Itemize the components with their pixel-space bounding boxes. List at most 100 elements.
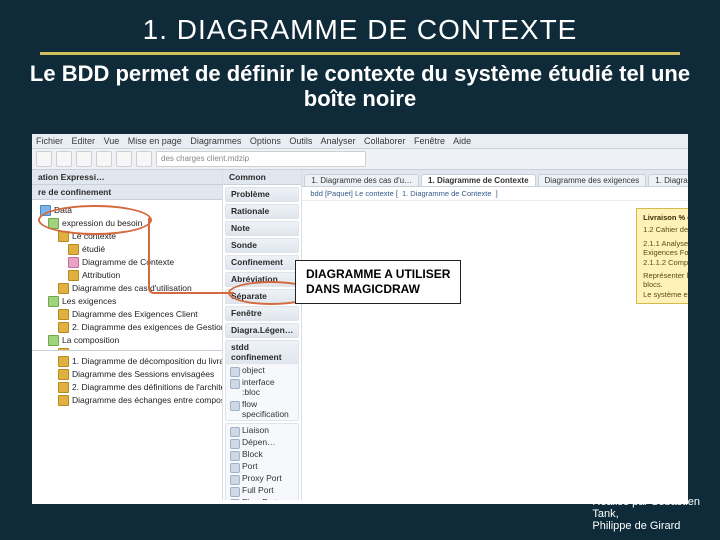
diagram-icon (68, 257, 79, 268)
palette-group[interactable]: Problème (226, 188, 298, 201)
palette-group[interactable]: Sonde (226, 239, 298, 252)
palette-item[interactable]: Full Port (226, 484, 298, 496)
folder-icon (58, 322, 69, 333)
menu-fenetre[interactable]: Fenêtre (414, 136, 445, 146)
containment-tree-lower[interactable]: 1. Diagramme de décomposition du livrabl… (32, 350, 222, 501)
folder-icon (40, 205, 51, 216)
tree-node[interactable]: Les exigences (62, 296, 116, 306)
palette-item[interactable]: Block (226, 448, 298, 460)
palette-group[interactable]: stdd confinement (226, 341, 298, 364)
tab-usecase[interactable]: 1. Diagramme des cas d'u… (304, 174, 419, 186)
left-panel-title-top: ation Expressi… (32, 170, 222, 185)
palette-group[interactable]: Confinement (226, 256, 298, 269)
palette-item[interactable]: object (226, 364, 298, 376)
note-line: Le système est vu sous la forme d'une bo… (643, 290, 688, 299)
credit-line: Philippe de Girard (592, 520, 700, 532)
folder-icon (48, 296, 59, 307)
palette-item[interactable]: flow specification (226, 398, 298, 420)
tab-decomp[interactable]: 1. Diagramme de décomposi… (648, 174, 688, 186)
diagram-icon (58, 395, 69, 406)
menu-vue[interactable]: Vue (104, 136, 120, 146)
palette-group[interactable]: Fenêtre (226, 307, 298, 320)
tool-bar: des charges client.mdzip (32, 149, 688, 170)
folder-icon (58, 231, 69, 242)
sticky-note[interactable]: Livraison % du Projet : 1.2 Cahier des c… (636, 208, 688, 304)
diagram-icon (58, 382, 69, 393)
folder-icon (48, 218, 59, 229)
menu-diagrammes[interactable]: Diagrammes (190, 136, 241, 146)
menu-collaborer[interactable]: Collaborer (364, 136, 406, 146)
palette-group[interactable]: Diagra.Légen… (226, 324, 298, 337)
note-line: 2.1.1 Analyse Fonctionnelle : Création d… (643, 239, 688, 258)
toolbar-file-field[interactable]: des charges client.mdzip (156, 151, 366, 167)
diagram-canvas[interactable]: 1. Diagramme des cas d'u… 1. Diagramme d… (302, 170, 688, 500)
tab-contexte[interactable]: 1. Diagramme de Contexte (421, 174, 535, 186)
toolbar-button[interactable] (56, 151, 72, 167)
palette-group[interactable]: Rationale (226, 205, 298, 218)
slide-subtitle: Le BDD permet de définir le contexte du … (0, 55, 720, 122)
palette-item[interactable]: Liaison (226, 424, 298, 436)
tree-node[interactable]: étudié (82, 244, 105, 254)
palette-item[interactable]: Dépen… (226, 436, 298, 448)
menu-options[interactable]: Options (250, 136, 281, 146)
diagram-icon (58, 369, 69, 380)
tree-node[interactable]: Attribution (82, 270, 120, 280)
callout-box: DIAGRAMME A UTILISER DANS MAGICDRAW (295, 260, 461, 304)
folder-icon (48, 335, 59, 346)
menu-fichier[interactable]: Fichier (36, 136, 63, 146)
note-line: 1.2 Cahier des charges client (643, 225, 688, 234)
palette-title: Common (223, 170, 301, 185)
tree-node[interactable]: Diagramme des Sessions envisagées (72, 369, 214, 379)
palette-item[interactable]: Flow Port (226, 496, 298, 500)
credit-line: Tank, (592, 508, 700, 520)
crumb-part: ] (496, 189, 498, 198)
tool-palette[interactable]: Problème Rationale Note Sonde Confinemen… (223, 185, 301, 500)
tree-node[interactable]: expression du besoin (62, 218, 142, 228)
folder-icon (68, 270, 79, 281)
toolbar-button[interactable] (36, 151, 52, 167)
palette-item[interactable]: interface :bloc (226, 376, 298, 398)
menu-miseenpage[interactable]: Mise en page (128, 136, 182, 146)
callout-line: DANS MAGICDRAW (306, 282, 450, 297)
menu-analyser[interactable]: Analyser (320, 136, 355, 146)
folder-icon (68, 244, 79, 255)
magicdraw-screenshot: Fichier Editer Vue Mise en page Diagramm… (32, 134, 688, 504)
menu-editer[interactable]: Editer (72, 136, 96, 146)
palette-group[interactable]: Séparate (226, 290, 298, 303)
toolbar-button[interactable] (136, 151, 152, 167)
note-title: Livraison % du Projet : (643, 213, 688, 222)
callout-line: DIAGRAMME A UTILISER (306, 267, 450, 282)
tree-node[interactable]: Diagramme des échanges entre composants (72, 395, 222, 405)
slide-credit: Réalisé par Sébastien Tank, Philippe de … (592, 496, 700, 532)
tab-exigences[interactable]: Diagramme des exigences (538, 174, 647, 186)
annotation-connector (148, 218, 234, 294)
menu-outils[interactable]: Outils (289, 136, 312, 146)
folder-icon (58, 283, 69, 294)
tree-node[interactable]: 2. Diagramme des exigences de Gestion de… (72, 322, 222, 332)
tree-node[interactable]: Le contexte (72, 231, 116, 241)
credit-line: Réalisé par Sébastien (592, 496, 700, 508)
palette-item[interactable]: Proxy Port (226, 472, 298, 484)
diagram-breadcrumb: bdd [Paquet] Le contexte [ 1. Diagramme d… (302, 187, 688, 201)
crumb-part: 1. Diagramme de Contexte (402, 189, 492, 198)
left-panel-title-tree: re de confinement (32, 185, 222, 200)
palette-item[interactable]: Port (226, 460, 298, 472)
menu-aide[interactable]: Aide (453, 136, 471, 146)
toolbar-button[interactable] (116, 151, 132, 167)
menu-bar: Fichier Editer Vue Mise en page Diagramm… (32, 134, 688, 149)
slide-title: 1. DIAGRAMME DE CONTEXTE (40, 0, 680, 55)
palette-group[interactable]: Abréviation (226, 273, 298, 286)
tree-node[interactable]: 2. Diagramme des définitions de l'archit… (72, 382, 222, 392)
note-line: 2.1.1.2 Complément du Diagramme de Conte… (643, 258, 688, 267)
tree-node[interactable]: Diagramme des Exigences Client (72, 309, 198, 319)
tree-node[interactable]: Data (54, 205, 72, 215)
crumb-part: bdd [Paquet] Le contexte [ (310, 189, 398, 198)
tree-node[interactable]: 1. Diagramme de décomposition du livrabl… (72, 356, 222, 366)
tree-node[interactable]: La composition (62, 335, 119, 345)
toolbar-button[interactable] (76, 151, 92, 167)
diagram-icon (58, 356, 69, 367)
toolbar-button[interactable] (96, 151, 112, 167)
folder-icon (58, 309, 69, 320)
diagram-tabs: 1. Diagramme des cas d'u… 1. Diagramme d… (302, 170, 688, 187)
palette-group[interactable]: Note (226, 222, 298, 235)
